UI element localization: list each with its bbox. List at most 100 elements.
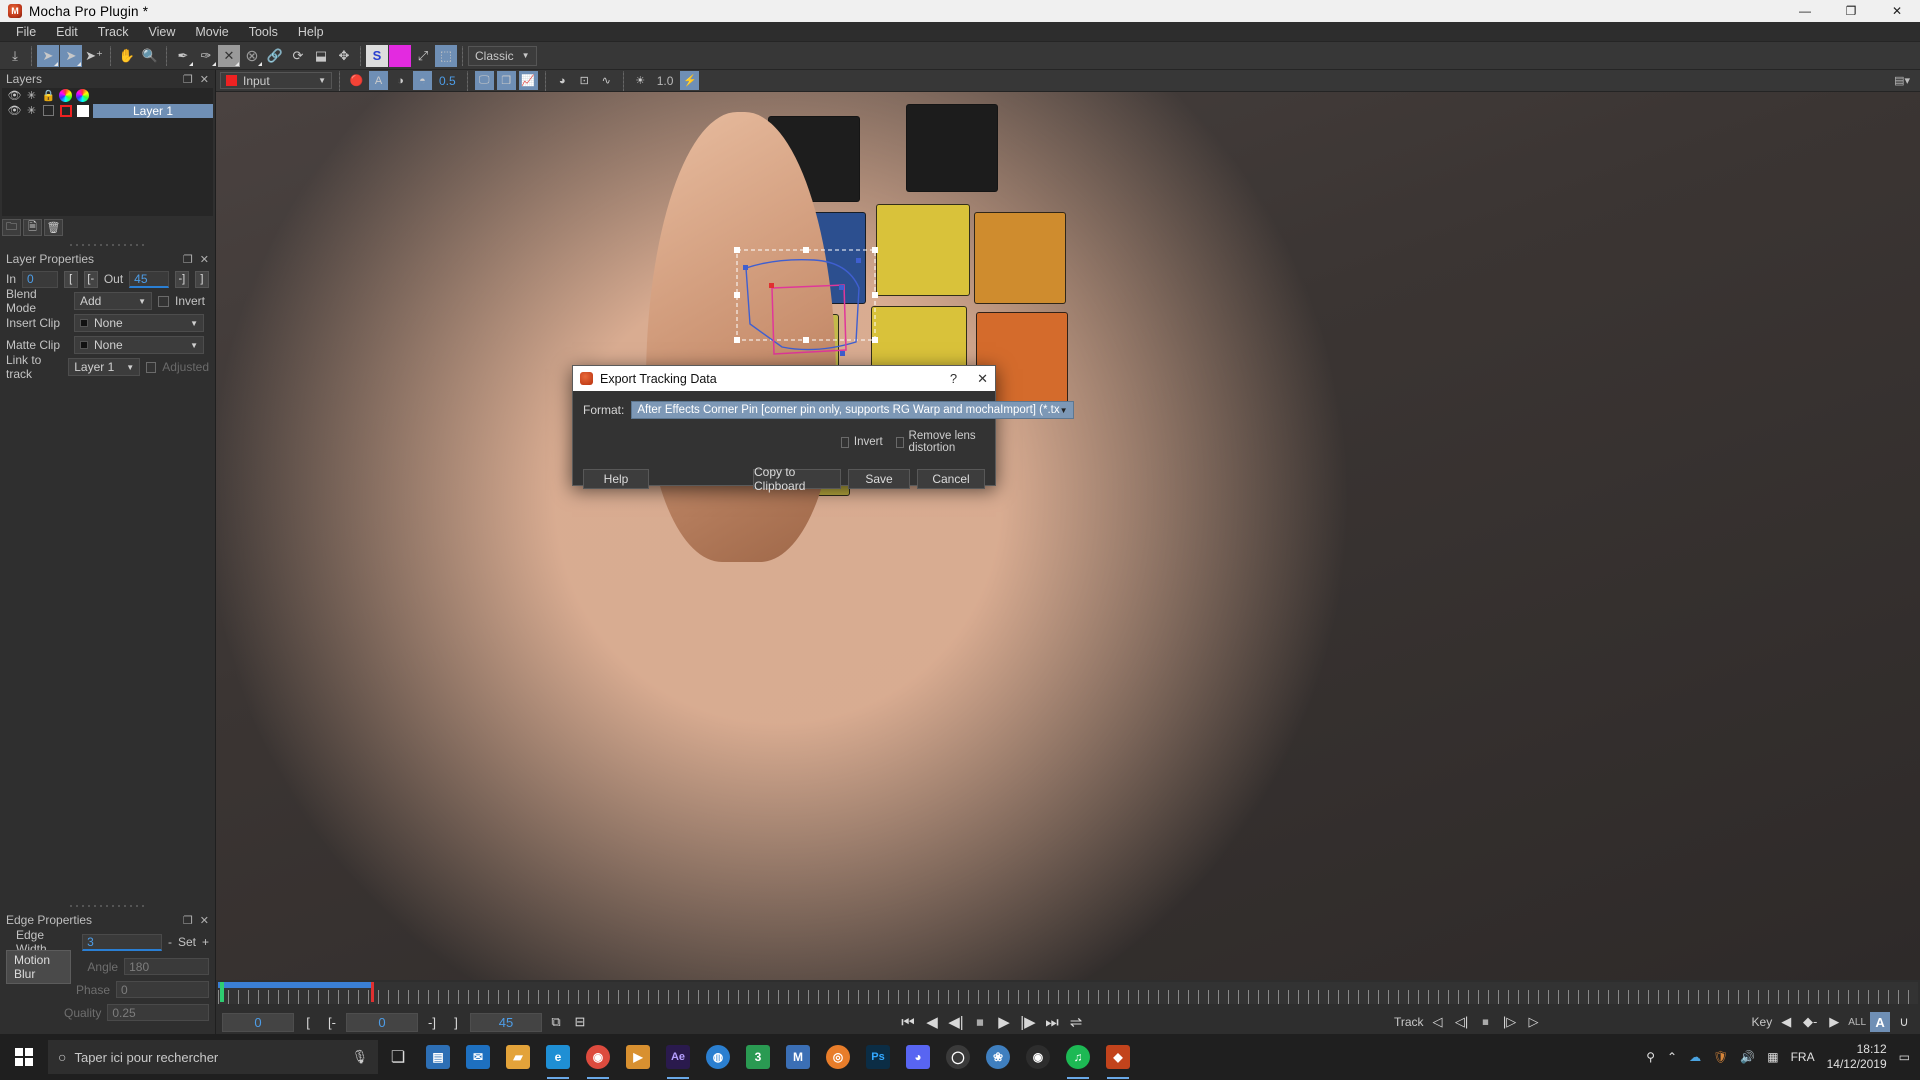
menu-help[interactable]: Help <box>288 23 334 41</box>
layers-float-icon[interactable]: ❐ <box>183 73 193 86</box>
loop-button[interactable]: ⇌ <box>1066 1012 1086 1032</box>
menu-edit[interactable]: Edit <box>46 23 88 41</box>
range-icon[interactable]: ⧉ <box>546 1012 566 1032</box>
select-b-tool-icon[interactable]: ➤ <box>60 44 82 67</box>
key-prev-button[interactable]: ◀ <box>1776 1012 1796 1032</box>
zoom-tool-icon[interactable]: 🔍 <box>139 45 161 67</box>
opacity-value[interactable]: 0.5 <box>435 74 460 88</box>
track-forward-button[interactable]: ▷ <box>1524 1012 1544 1032</box>
dual-view-icon[interactable]: ❐ <box>496 71 516 90</box>
phase-field[interactable]: 0 <box>116 981 209 998</box>
out-marker[interactable] <box>371 982 374 1002</box>
out-point-field[interactable]: 45 <box>470 1012 542 1032</box>
mask-icon[interactable]: ◕ <box>553 71 572 90</box>
chrome-icon[interactable]: ◉ <box>578 1034 618 1080</box>
grid-tool-icon[interactable] <box>389 44 411 67</box>
timeline-ruler[interactable] <box>218 982 1918 1004</box>
panel-splitter[interactable] <box>70 241 145 248</box>
track-back-step-button[interactable]: ◁| <box>1452 1012 1472 1032</box>
minimize-button[interactable]: — <box>1782 0 1828 22</box>
task-view-icon[interactable]: ❏ <box>378 1034 418 1080</box>
edge-width-plus[interactable]: + <box>202 935 209 949</box>
invert-matte-icon[interactable]: ◑ <box>391 71 410 90</box>
transform-tool-icon[interactable]: ⬓ <box>310 45 332 67</box>
clock[interactable]: 18:12 14/12/2019 <box>1827 1042 1887 1072</box>
adjusted-checkbox[interactable] <box>146 361 157 373</box>
monitor-icon[interactable]: 🖵 <box>474 71 494 90</box>
layer-properties-float-icon[interactable]: ❐ <box>183 253 193 266</box>
set-out-button[interactable]: -] <box>174 270 189 288</box>
panel-splitter-2[interactable] <box>70 902 145 909</box>
out-clear-button[interactable]: -] <box>422 1012 442 1032</box>
in-bracket-button[interactable]: [ <box>298 1012 318 1032</box>
x-square-tool-icon[interactable]: ✕ <box>218 44 240 67</box>
insert-clip-dropdown[interactable]: None ▼ <box>74 314 204 332</box>
alpha-icon[interactable]: A <box>369 71 388 90</box>
menu-file[interactable]: File <box>6 23 46 41</box>
layers-close-icon[interactable]: ✕ <box>200 73 209 86</box>
track-forward-step-button[interactable]: |▷ <box>1500 1012 1520 1032</box>
chevron-up-icon[interactable]: ⌃ <box>1667 1050 1677 1064</box>
import-icon[interactable]: ⤓ <box>4 45 26 67</box>
disc-icon[interactable]: ◯ <box>938 1034 978 1080</box>
edge-width-minus[interactable]: - <box>168 935 172 949</box>
key-delete-button[interactable]: ◆- <box>1800 1012 1820 1032</box>
playhead-marker[interactable] <box>220 982 224 1002</box>
menu-view[interactable]: View <box>139 23 186 41</box>
dialog-cancel-button[interactable]: Cancel <box>917 469 985 489</box>
onedrive-icon[interactable]: ☁ <box>1689 1050 1701 1064</box>
color-wheel-2-icon[interactable] <box>74 89 91 102</box>
source-dropdown[interactable]: Input ▼ <box>220 72 332 89</box>
track-backward-button[interactable]: ◁ <box>1428 1012 1448 1032</box>
office-icon[interactable]: 3 <box>738 1034 778 1080</box>
edge-width-field[interactable]: 3 <box>82 933 162 951</box>
step-back-button[interactable]: ◀| <box>946 1012 966 1032</box>
table-row[interactable]: 👁 ✳ Layer 1 <box>2 103 213 118</box>
after-effects-icon[interactable]: Ae <box>658 1034 698 1080</box>
row-settings-icon[interactable]: ✳ <box>23 104 40 117</box>
angle-field[interactable]: 180 <box>124 958 209 975</box>
brightness-icon[interactable]: ☀ <box>631 71 650 90</box>
row-lock-icon[interactable] <box>40 105 57 116</box>
graph-icon[interactable]: ∿ <box>597 71 616 90</box>
stabilize-tool-icon[interactable]: S <box>366 44 388 67</box>
layers-list[interactable]: 👁 ✳ 🔒 👁 ✳ Layer 1 <box>2 88 213 216</box>
maximize-button[interactable]: ❐ <box>1828 0 1874 22</box>
in-point-field[interactable]: 0 <box>346 1012 418 1032</box>
row-visibility-icon[interactable]: 👁 <box>6 104 23 117</box>
quality-field[interactable]: 0.25 <box>107 1004 209 1021</box>
edge-properties-float-icon[interactable]: ❐ <box>183 914 193 927</box>
visibility-icon[interactable]: 👁 <box>6 89 23 102</box>
edge-properties-close-icon[interactable]: ✕ <box>200 914 209 927</box>
play-button[interactable]: ▶ <box>994 1012 1014 1032</box>
go-end-button[interactable]: ⏭ <box>1042 1012 1062 1032</box>
stop-button[interactable]: ⏹ <box>970 1012 990 1032</box>
key-lock-button[interactable]: ∪ <box>1894 1012 1914 1032</box>
mocha-icon[interactable]: ◆ <box>1098 1034 1138 1080</box>
photoshop-icon[interactable]: Ps <box>858 1034 898 1080</box>
notifications-icon[interactable]: ▭ <box>1899 1050 1910 1064</box>
zoom-value[interactable]: 1.0 <box>653 74 678 88</box>
blender-icon[interactable]: ◎ <box>818 1034 858 1080</box>
copy-to-clipboard-button[interactable]: Copy to Clipboard <box>753 465 841 493</box>
auto-key-button[interactable]: A <box>1870 1012 1891 1032</box>
dialog-invert-checkbox[interactable] <box>841 436 849 448</box>
view-preset-dropdown[interactable]: Classic ▼ <box>468 45 537 66</box>
viewer-canvas[interactable] <box>216 92 1920 980</box>
record-icon[interactable]: ◉ <box>1018 1034 1058 1080</box>
move-tool-icon[interactable]: ✥ <box>333 45 355 67</box>
select-tool-icon[interactable]: ➤ <box>37 44 59 67</box>
clear-out-button[interactable]: ] <box>194 270 209 288</box>
layer-properties-close-icon[interactable]: ✕ <box>200 253 209 266</box>
in-field[interactable]: 0 <box>22 270 58 288</box>
invert-checkbox[interactable] <box>158 295 169 307</box>
add-point-tool-icon[interactable]: ➤⁺ <box>83 45 105 67</box>
spotify-icon[interactable]: ♫ <box>1058 1034 1098 1080</box>
language-indicator[interactable]: FRA <box>1791 1050 1815 1064</box>
file-explorer-icon[interactable]: ▰ <box>498 1034 538 1080</box>
track-stop-button[interactable]: ⏹ <box>1476 1012 1496 1032</box>
clear-in-button[interactable]: [- <box>83 270 98 288</box>
matte-tool-icon[interactable]: ⬚ <box>435 44 457 67</box>
x-circle-tool-icon[interactable]: ⊗ <box>241 45 263 67</box>
xspline-pen-tool-icon[interactable]: ✒ <box>172 45 194 67</box>
